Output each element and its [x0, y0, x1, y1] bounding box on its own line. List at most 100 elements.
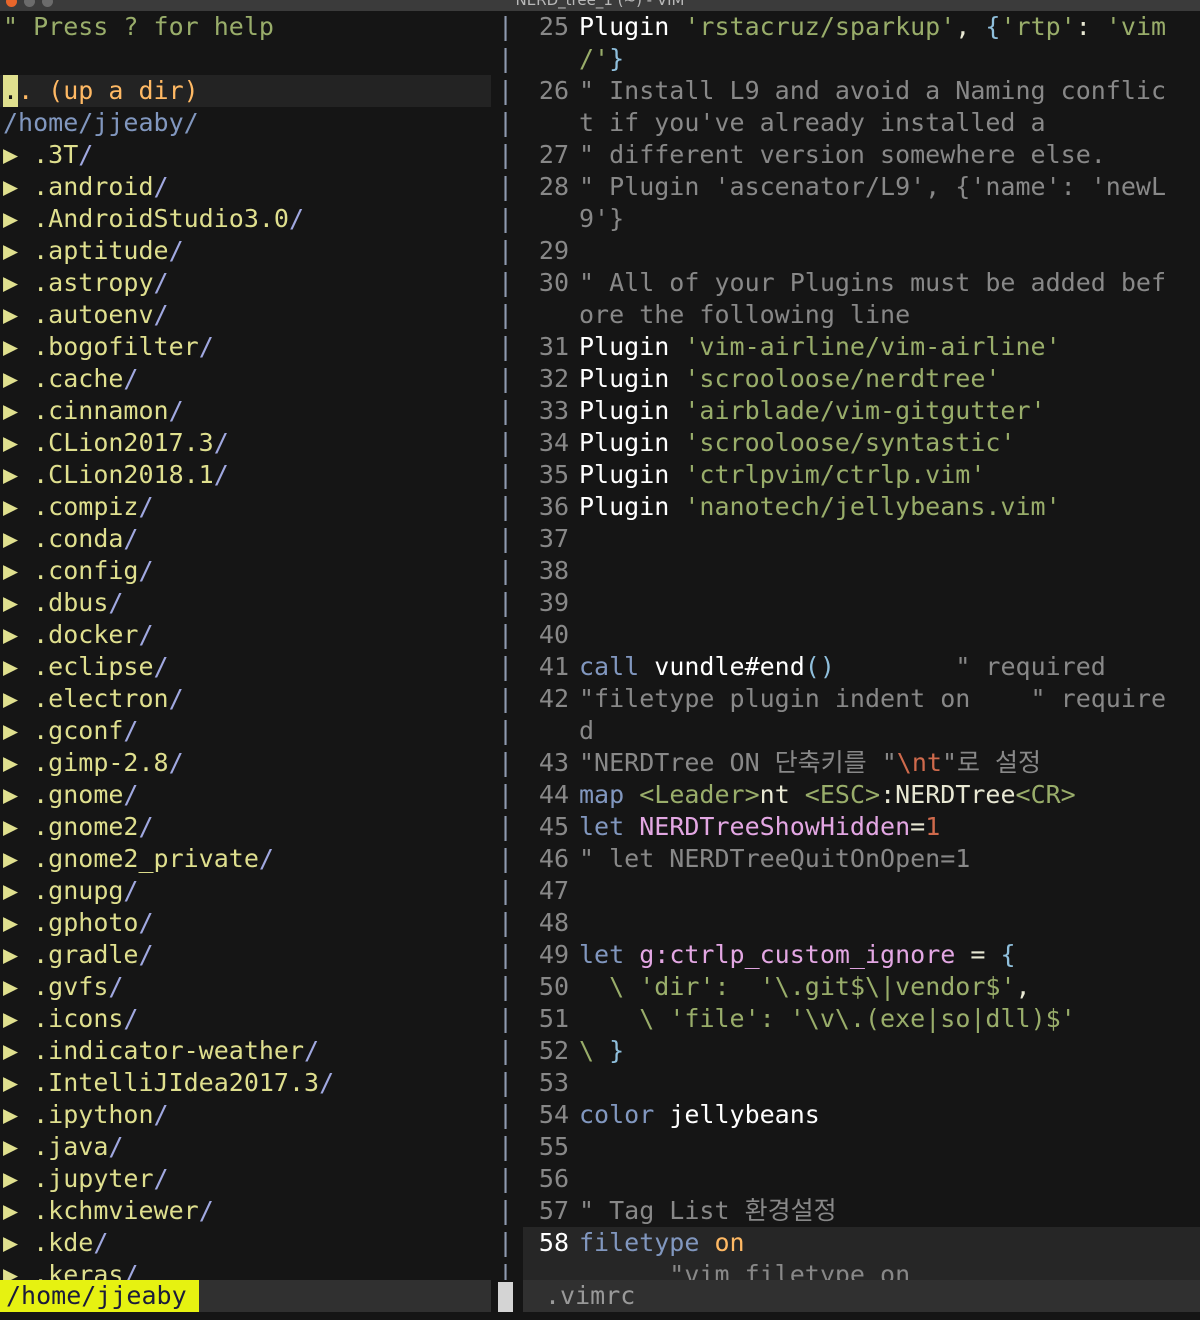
editor-line[interactable]: 51 \ 'file': '\v\.(exe|so|dll)$'	[523, 1003, 1200, 1035]
nerdtree-dir-item[interactable]: ▶ .IntelliJIdea2017.3/	[0, 1067, 491, 1099]
editor-line[interactable]: 53	[523, 1067, 1200, 1099]
editor-line[interactable]: 58 filetype on	[523, 1227, 1200, 1259]
expand-arrow-icon[interactable]: ▶	[3, 588, 33, 617]
expand-arrow-icon[interactable]: ▶	[3, 1036, 33, 1065]
expand-arrow-icon[interactable]: ▶	[3, 940, 33, 969]
expand-arrow-icon[interactable]: ▶	[3, 1132, 33, 1161]
editor-line[interactable]: 29	[523, 235, 1200, 267]
nerdtree-dir-item[interactable]: ▶ .bogofilter/	[0, 331, 491, 363]
nerdtree-dir-item[interactable]: ▶ .config/	[0, 555, 491, 587]
editor-line[interactable]: /'}	[523, 43, 1200, 75]
expand-arrow-icon[interactable]: ▶	[3, 780, 33, 809]
expand-arrow-icon[interactable]: ▶	[3, 1164, 33, 1193]
expand-arrow-icon[interactable]: ▶	[3, 748, 33, 777]
expand-arrow-icon[interactable]: ▶	[3, 716, 33, 745]
nerdtree-dir-item[interactable]: ▶ .gnome2/	[0, 811, 491, 843]
editor-line[interactable]: 27 " different version somewhere else.	[523, 139, 1200, 171]
editor-line[interactable]: 49 let g:ctrlp_custom_ignore = {	[523, 939, 1200, 971]
nerdtree-dir-item[interactable]: ▶ .aptitude/	[0, 235, 491, 267]
expand-arrow-icon[interactable]: ▶	[3, 684, 33, 713]
editor-line[interactable]: 37	[523, 523, 1200, 555]
scrollbar[interactable]	[491, 1280, 523, 1312]
editor-line[interactable]: 36 Plugin 'nanotech/jellybeans.vim'	[523, 491, 1200, 523]
scrollbar-thumb[interactable]	[498, 1282, 513, 1312]
nerdtree-dir-item[interactable]: ▶ .dbus/	[0, 587, 491, 619]
nerdtree-dir-item[interactable]: ▶ .icons/	[0, 1003, 491, 1035]
nerdtree-dir-item[interactable]: ▶ .cache/	[0, 363, 491, 395]
nerdtree-dir-item[interactable]: ▶ .kchmviewer/	[0, 1195, 491, 1227]
editor-line[interactable]: 42 "filetype plugin indent on " require	[523, 683, 1200, 715]
editor-line[interactable]: 9'}	[523, 203, 1200, 235]
editor-line[interactable]: 54 color jellybeans	[523, 1099, 1200, 1131]
expand-arrow-icon[interactable]: ▶	[3, 1196, 33, 1225]
expand-arrow-icon[interactable]: ▶	[3, 972, 33, 1001]
editor-line[interactable]: 50 \ 'dir': '\.git$\|vendor$',	[523, 971, 1200, 1003]
expand-arrow-icon[interactable]: ▶	[3, 268, 33, 297]
editor-line[interactable]: 43 "NERDTree ON 단축키를 "\nt"로 설정	[523, 747, 1200, 779]
expand-arrow-icon[interactable]: ▶	[3, 652, 33, 681]
nerdtree-dir-item[interactable]: ▶ .electron/	[0, 683, 491, 715]
editor-line[interactable]: "vim filetype on	[523, 1259, 1200, 1280]
editor-line[interactable]: 25 Plugin 'rstacruz/sparkup', {'rtp': 'vi…	[523, 11, 1200, 43]
expand-arrow-icon[interactable]: ▶	[3, 396, 33, 425]
expand-arrow-icon[interactable]: ▶	[3, 332, 33, 361]
expand-arrow-icon[interactable]: ▶	[3, 556, 33, 585]
expand-arrow-icon[interactable]: ▶	[3, 364, 33, 393]
expand-arrow-icon[interactable]: ▶	[3, 300, 33, 329]
nerdtree-dir-item[interactable]: ▶ .gconf/	[0, 715, 491, 747]
expand-arrow-icon[interactable]: ▶	[3, 1228, 33, 1257]
nerdtree-dir-item[interactable]: ▶ .java/	[0, 1131, 491, 1163]
nerdtree-dir-item[interactable]: ▶ .autoenv/	[0, 299, 491, 331]
nerdtree-dir-item[interactable]: ▶ .docker/	[0, 619, 491, 651]
expand-arrow-icon[interactable]: ▶	[3, 1100, 33, 1129]
expand-arrow-icon[interactable]: ▶	[3, 1068, 33, 1097]
nerdtree-dir-item[interactable]: ▶ .gnome2_private/	[0, 843, 491, 875]
editor-line[interactable]: 41 call vundle#end() " required	[523, 651, 1200, 683]
editor-line[interactable]: 47	[523, 875, 1200, 907]
expand-arrow-icon[interactable]: ▶	[3, 140, 33, 169]
editor-line[interactable]: 38	[523, 555, 1200, 587]
editor-line[interactable]: 46 " let NERDTreeQuitOnOpen=1	[523, 843, 1200, 875]
nerdtree-dir-item[interactable]: ▶ .CLion2017.3/	[0, 427, 491, 459]
editor-line[interactable]: 28 " Plugin 'ascenator/L9', {'name': 'new…	[523, 171, 1200, 203]
editor-line[interactable]: t if you've already installed a	[523, 107, 1200, 139]
editor-line[interactable]: 26 " Install L9 and avoid a Naming confli…	[523, 75, 1200, 107]
expand-arrow-icon[interactable]: ▶	[3, 1004, 33, 1033]
nerdtree-dir-item[interactable]: ▶ .3T/	[0, 139, 491, 171]
nerdtree-dir-item[interactable]: ▶ .android/	[0, 171, 491, 203]
nerdtree-dir-item[interactable]: ▶ .gnupg/	[0, 875, 491, 907]
editor-line[interactable]: 55	[523, 1131, 1200, 1163]
expand-arrow-icon[interactable]: ▶	[3, 876, 33, 905]
nerdtree-item-list[interactable]: ▶ .3T/▶ .android/▶ .AndroidStudio3.0/▶ .…	[0, 139, 491, 1280]
vim-command-line[interactable]	[0, 1312, 1200, 1320]
expand-arrow-icon[interactable]: ▶	[3, 524, 33, 553]
expand-arrow-icon[interactable]: ▶	[3, 908, 33, 937]
editor-line[interactable]: 44 map <Leader>nt <ESC>:NERDTree<CR>	[523, 779, 1200, 811]
expand-arrow-icon[interactable]: ▶	[3, 1260, 33, 1280]
nerdtree-dir-item[interactable]: ▶ .conda/	[0, 523, 491, 555]
nerdtree-dir-item[interactable]: ▶ .keras/	[0, 1259, 491, 1280]
expand-arrow-icon[interactable]: ▶	[3, 236, 33, 265]
editor-line[interactable]: d	[523, 715, 1200, 747]
editor-line[interactable]: 31 Plugin 'vim-airline/vim-airline'	[523, 331, 1200, 363]
nerdtree-dir-item[interactable]: ▶ .CLion2018.1/	[0, 459, 491, 491]
editor-line[interactable]: 48	[523, 907, 1200, 939]
editor-line[interactable]: 45 let NERDTreeShowHidden=1	[523, 811, 1200, 843]
editor-line[interactable]: 35 Plugin 'ctrlpvim/ctrlp.vim'	[523, 459, 1200, 491]
nerdtree-dir-item[interactable]: ▶ .gradle/	[0, 939, 491, 971]
nerdtree-up-a-dir[interactable]: .. (up a dir)	[0, 75, 491, 107]
nerdtree-dir-item[interactable]: ▶ .gphoto/	[0, 907, 491, 939]
expand-arrow-icon[interactable]: ▶	[3, 204, 33, 233]
nerdtree-dir-item[interactable]: ▶ .gimp-2.8/	[0, 747, 491, 779]
nerdtree-pane[interactable]: " Press ? for help .. (up a dir) /home/j…	[0, 11, 491, 1280]
nerdtree-dir-item[interactable]: ▶ .jupyter/	[0, 1163, 491, 1195]
editor-line[interactable]: 57 " Tag List 환경설정	[523, 1195, 1200, 1227]
editor-line[interactable]: 33 Plugin 'airblade/vim-gitgutter'	[523, 395, 1200, 427]
nerdtree-dir-item[interactable]: ▶ .gnome/	[0, 779, 491, 811]
expand-arrow-icon[interactable]: ▶	[3, 812, 33, 841]
nerdtree-dir-item[interactable]: ▶ .AndroidStudio3.0/	[0, 203, 491, 235]
expand-arrow-icon[interactable]: ▶	[3, 428, 33, 457]
editor-pane[interactable]: 25 Plugin 'rstacruz/sparkup', {'rtp': 'vi…	[523, 11, 1200, 1280]
expand-arrow-icon[interactable]: ▶	[3, 172, 33, 201]
nerdtree-dir-item[interactable]: ▶ .kde/	[0, 1227, 491, 1259]
